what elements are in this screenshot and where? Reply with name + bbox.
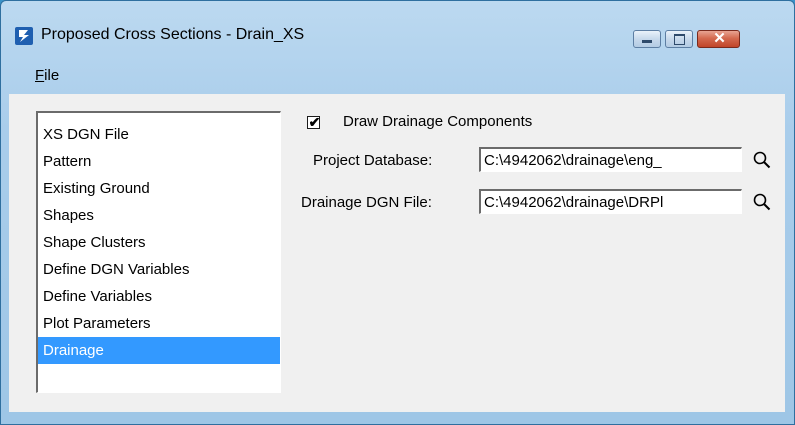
list-item-shapes[interactable]: Shapes [38,202,280,229]
list-item-existing-ground[interactable]: Existing Ground [38,175,280,202]
minimize-button[interactable] [633,30,661,48]
maximize-button[interactable] [665,30,693,48]
drainage-dgn-file-field[interactable] [479,189,742,214]
close-button[interactable]: ✕ [697,30,740,48]
minimize-icon [642,40,652,43]
maximize-icon [674,34,685,45]
list-item-shape-clusters[interactable]: Shape Clusters [38,229,280,256]
bentley-b-icon [15,27,33,45]
magnifier-icon[interactable] [752,192,772,212]
project-database-field[interactable] [479,147,742,172]
checkmark-icon: ✔ [308,114,321,130]
close-icon: ✕ [713,30,726,47]
list-item-plot-parameters[interactable]: Plot Parameters [38,310,280,337]
draw-drainage-label[interactable]: Draw Drainage Components [343,113,532,130]
category-list-items: XS DGN File Pattern Existing Ground Shap… [38,121,280,364]
dialog-window: Proposed Cross Sections - Drain_XS ✕ Fil… [0,0,795,425]
list-item-drainage[interactable]: Drainage [38,337,280,364]
menu-bar: File [35,67,59,84]
title-bar[interactable]: Proposed Cross Sections - Drain_XS ✕ [1,1,794,59]
draw-drainage-checkbox[interactable]: ✔ [307,114,321,130]
project-database-label: Project Database: [313,152,433,169]
list-item-xs-dgn-file[interactable]: XS DGN File [38,121,280,148]
window-title: Proposed Cross Sections - Drain_XS [41,26,305,43]
list-item-define-variables[interactable]: Define Variables [38,283,280,310]
menu-file-rest: ile [44,67,60,84]
drainage-dgn-file-label: Drainage DGN File: [301,194,432,211]
menu-file-mnemonic: F [35,67,45,84]
list-item-pattern[interactable]: Pattern [38,148,280,175]
list-item-define-dgn-variables[interactable]: Define DGN Variables [38,256,280,283]
category-list[interactable]: XS DGN File Pattern Existing Ground Shap… [36,111,281,393]
menu-file[interactable]: File [35,67,59,84]
magnifier-icon[interactable] [752,150,772,170]
dialog-client-area: XS DGN File Pattern Existing Ground Shap… [9,94,785,412]
